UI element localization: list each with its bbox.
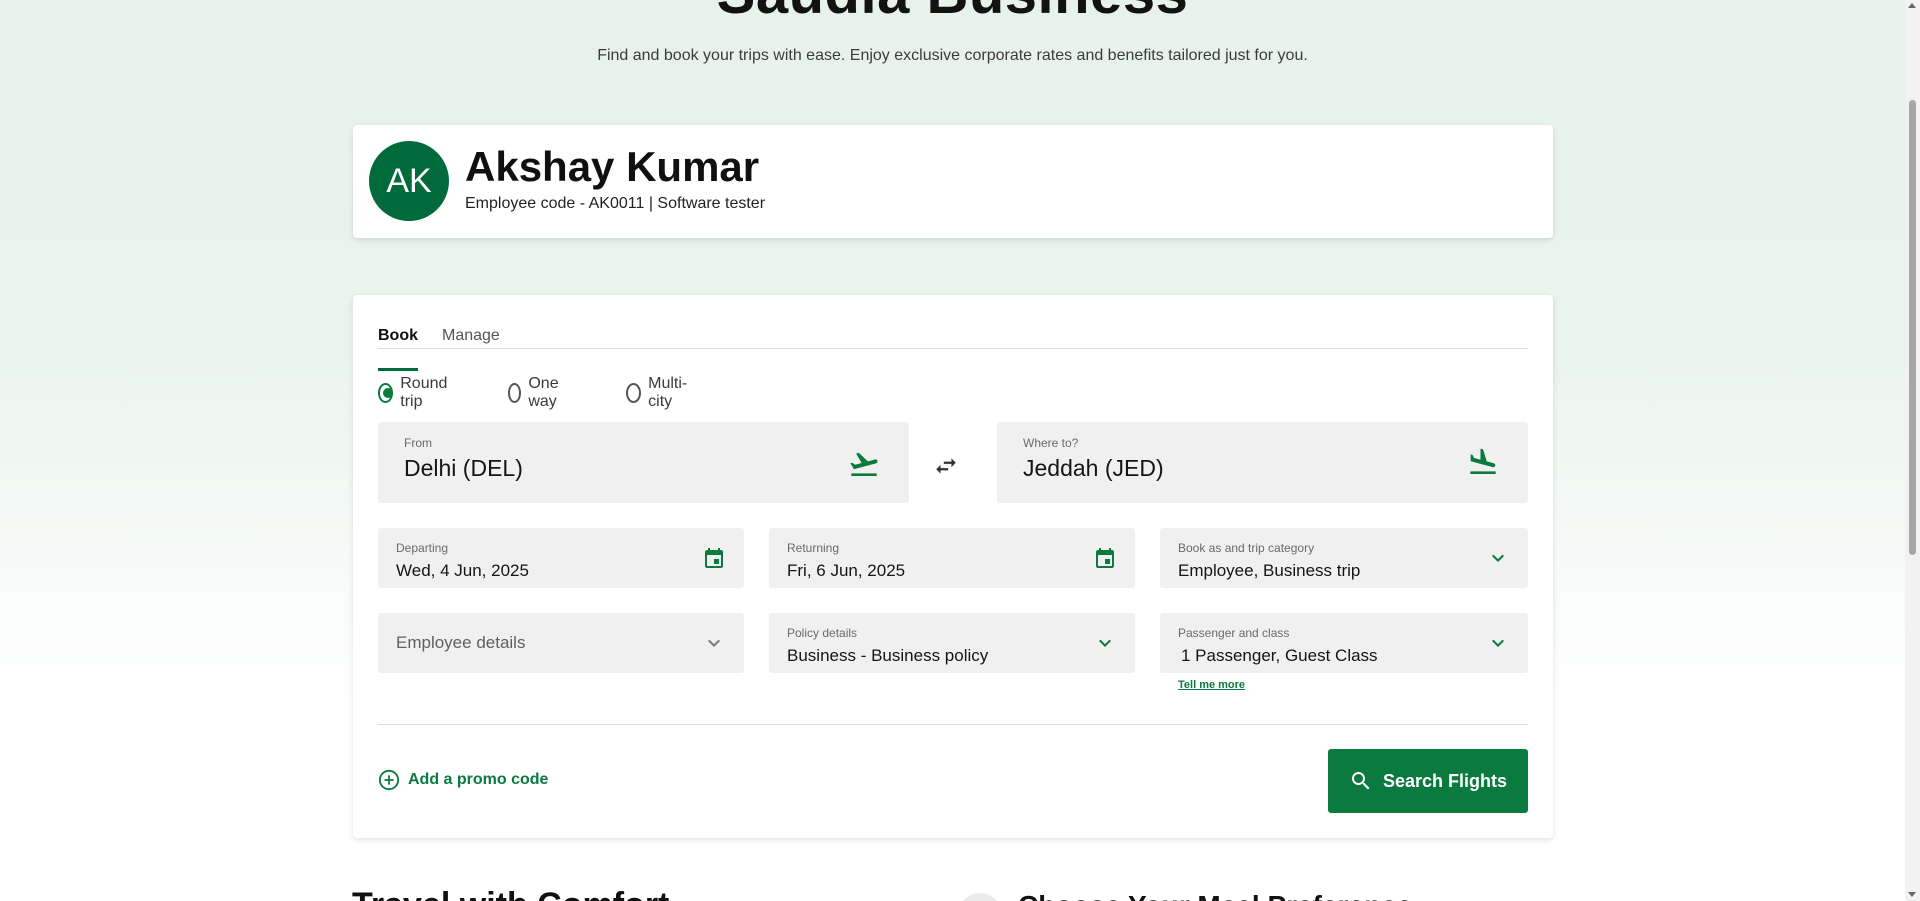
to-value: Jeddah (JED) — [1023, 455, 1164, 481]
policy-details-select[interactable]: Policy details Business - Business polic… — [769, 613, 1135, 673]
book-as-select[interactable]: Book as and trip category Employee, Busi… — [1160, 528, 1528, 588]
departing-label: Departing — [396, 541, 449, 555]
radio-one-way[interactable]: One way — [508, 375, 565, 411]
returning-date-field[interactable]: Returning Fri, 6 Jun, 2025 — [769, 528, 1135, 588]
active-tab-indicator — [378, 368, 418, 371]
swap-icon[interactable] — [933, 453, 959, 479]
book-as-value: Employee, Business trip — [1178, 561, 1361, 580]
passenger-value: 1 Passenger, Guest Class — [1181, 646, 1378, 665]
calendar-icon — [1096, 548, 1114, 568]
landing-icon — [1470, 448, 1496, 474]
avatar: AK — [369, 141, 449, 221]
from-label: From — [404, 436, 432, 450]
chevron-down-icon — [1492, 639, 1504, 647]
divider — [378, 724, 1528, 725]
tab-manage[interactable]: Manage — [442, 327, 500, 345]
tell-me-more-link[interactable]: Tell me more — [1178, 679, 1245, 691]
scroll-down-arrow-icon[interactable] — [1908, 892, 1916, 897]
takeoff-icon — [850, 452, 878, 476]
from-field[interactable]: From Delhi (DEL) — [378, 422, 909, 503]
radio-selected-icon — [378, 383, 394, 403]
to-label: Where to? — [1023, 436, 1079, 450]
scroll-thumb[interactable] — [1909, 100, 1916, 555]
booking-card: Book Manage Round trip One way Multi-cit… — [353, 295, 1553, 838]
search-flights-label: Search Flights — [1382, 770, 1508, 791]
radio-unselected-icon — [626, 383, 642, 403]
calendar-icon — [705, 548, 723, 568]
vertical-scrollbar[interactable] — [1905, 0, 1920, 901]
booking-tabs: Book Manage — [378, 313, 1528, 371]
from-value: Delhi (DEL) — [404, 455, 523, 481]
tab-book[interactable]: Book — [378, 327, 418, 345]
radio-unselected-icon — [508, 383, 522, 403]
radio-label: Round trip — [400, 375, 448, 410]
chevron-down-icon — [1492, 554, 1504, 562]
search-flights-button[interactable]: Search Flights — [1328, 749, 1528, 813]
section-title-comfort: Travel with Comfort — [352, 886, 669, 901]
promo-label: Add a promo code — [408, 771, 549, 788]
radio-label: One way — [528, 375, 559, 410]
radio-label: Multi-city — [648, 375, 688, 410]
chevron-down-icon — [1099, 639, 1111, 647]
employee-details-placeholder: Employee details — [396, 633, 526, 652]
meal-icon — [958, 893, 1002, 901]
section-title-meal: Choose Your Meal Preference — [1018, 890, 1412, 901]
page-title: Saudia Business — [0, 0, 1905, 27]
page-subtitle: Find and book your trips with ease. Enjo… — [597, 47, 1308, 64]
radio-multi-city[interactable]: Multi-city — [626, 375, 692, 411]
departing-value: Wed, 4 Jun, 2025 — [396, 561, 529, 580]
policy-label: Policy details — [787, 626, 858, 640]
chevron-down-icon — [708, 639, 720, 647]
book-as-label: Book as and trip category — [1178, 541, 1315, 555]
policy-value: Business - Business policy — [787, 646, 989, 665]
profile-name: Akshay Kumar — [465, 143, 760, 190]
scroll-up-arrow-icon[interactable] — [1908, 3, 1916, 8]
employee-meta: Employee code - AK0011 | Software tester — [465, 195, 766, 212]
profile-card: AK Akshay Kumar Employee code - AK0011 |… — [353, 125, 1553, 238]
to-field[interactable]: Where to? Jeddah (JED) — [997, 422, 1528, 503]
add-promo-code-button[interactable]: Add a promo code — [378, 769, 548, 791]
returning-label: Returning — [787, 541, 840, 555]
radio-round-trip[interactable]: Round trip — [378, 375, 452, 411]
departing-date-field[interactable]: Departing Wed, 4 Jun, 2025 — [378, 528, 744, 588]
search-icon — [1351, 772, 1370, 790]
passenger-label: Passenger and class — [1178, 626, 1290, 640]
page: Saudia Business Find and book your trips… — [0, 0, 1905, 901]
plus-circle-icon — [378, 769, 400, 791]
returning-value: Fri, 6 Jun, 2025 — [787, 561, 906, 580]
employee-details-select[interactable]: Employee details — [378, 613, 744, 673]
passenger-class-select[interactable]: Passenger and class 1 Passenger, Guest C… — [1160, 613, 1528, 673]
